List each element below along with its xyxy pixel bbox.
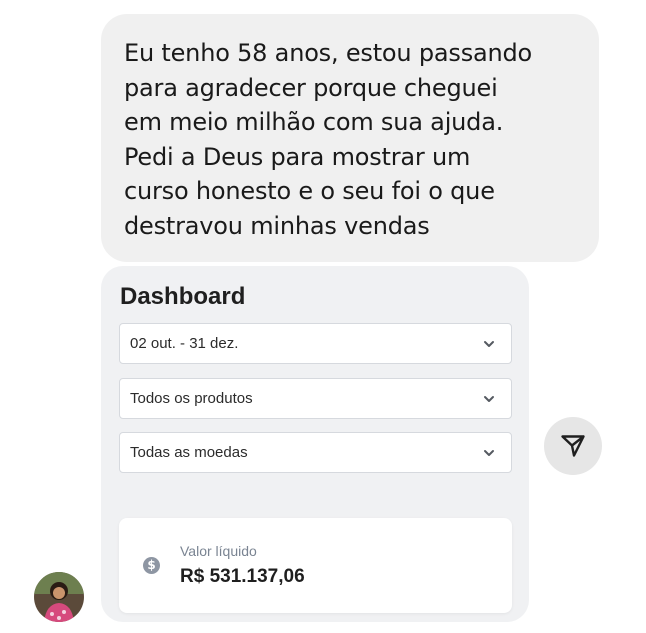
net-value-label: Valor líquido xyxy=(180,543,257,559)
chevron-down-icon xyxy=(484,341,494,347)
message-line: Pedi a Deus para mostrar um xyxy=(124,142,471,171)
date-range-select[interactable]: 02 out. - 31 dez. xyxy=(119,323,512,364)
dollar-icon: $ xyxy=(143,557,160,574)
net-value-amount: R$ 531.137,06 xyxy=(180,566,305,587)
message-line: destravou minhas vendas xyxy=(124,211,430,240)
date-range-value: 02 out. - 31 dez. xyxy=(130,335,239,352)
message-line: curso honesto e o seu foi o que xyxy=(124,177,495,205)
message-line: Eu tenho 58 anos, estou passando xyxy=(124,39,533,67)
share-button[interactable] xyxy=(544,417,602,475)
message-line: para agradecer porque cheguei xyxy=(124,73,498,102)
dashboard-card: Dashboard 02 out. - 31 dez. Todos os pro… xyxy=(101,266,529,622)
dashboard-title: Dashboard xyxy=(120,283,246,310)
products-select[interactable]: Todos os produtos xyxy=(119,378,512,419)
chevron-down-icon xyxy=(484,450,494,456)
net-value-card: $ Valor líquido R$ 531.137,06 xyxy=(119,518,512,613)
chevron-down-icon xyxy=(484,396,494,402)
message-line: em meio milhão com sua ajuda. xyxy=(124,108,504,136)
message-text: Eu tenho 58 anos, estou passando para ag… xyxy=(124,36,581,243)
send-icon xyxy=(561,435,585,457)
avatar-image xyxy=(34,572,84,622)
message-bubble: Eu tenho 58 anos, estou passando para ag… xyxy=(101,14,599,262)
products-value: Todos os produtos xyxy=(130,390,253,407)
currency-select[interactable]: Todas as moedas xyxy=(119,432,512,473)
currency-value: Todas as moedas xyxy=(130,444,248,461)
avatar[interactable] xyxy=(34,572,84,622)
